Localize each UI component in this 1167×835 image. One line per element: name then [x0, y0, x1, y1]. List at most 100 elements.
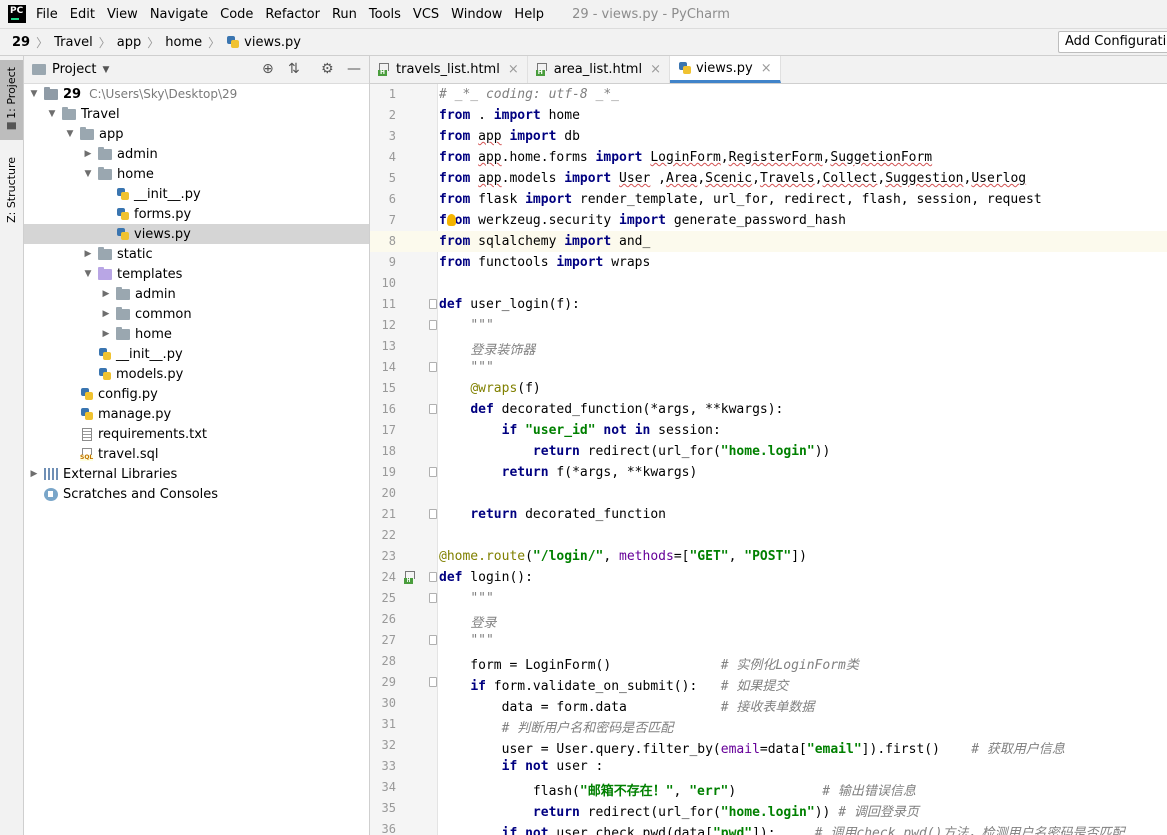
code-line[interactable]: 23 @home.route("/login/", methods=["GET",…: [370, 546, 1167, 567]
tree-item[interactable]: ▼ templates: [24, 264, 369, 284]
code-line[interactable]: 29 if form.validate_on_submit(): # 如果提交: [370, 672, 1167, 694]
menu-navigate[interactable]: Navigate: [150, 7, 208, 22]
tree-item[interactable]: models.py: [24, 364, 369, 384]
structure-tool-tab[interactable]: Z: Structure: [0, 148, 23, 232]
collapsed-arrow-icon[interactable]: ▶: [100, 289, 112, 299]
menu-tools[interactable]: Tools: [369, 7, 401, 22]
tree-item[interactable]: manage.py: [24, 404, 369, 424]
code-line[interactable]: 28 form = LoginForm() # 实例化LoginForm类: [370, 651, 1167, 673]
code-line[interactable]: 33 if not user :: [370, 756, 1167, 777]
tree-item[interactable]: ▶ External Libraries: [24, 464, 369, 484]
code-line[interactable]: 11 def user_login(f):: [370, 294, 1167, 315]
tree-item[interactable]: config.py: [24, 384, 369, 404]
tree-item[interactable]: ▼ Travel: [24, 104, 369, 124]
code-line[interactable]: 17 if "user_id" not in session:: [370, 420, 1167, 441]
hide-panel-icon[interactable]: —: [347, 61, 361, 77]
code-area[interactable]: 1 # _*_ coding: utf-8 _*_ 2 from . import h…: [370, 84, 1167, 835]
fold-marker-icon[interactable]: [429, 593, 437, 603]
menu-edit[interactable]: Edit: [70, 7, 95, 22]
menu-run[interactable]: Run: [332, 7, 357, 22]
collapse-all-icon[interactable]: ⇅: [288, 61, 300, 77]
editor-tab[interactable]: Harea_list.html ×: [528, 56, 670, 83]
menu-view[interactable]: View: [107, 7, 138, 22]
breadcrumb-item[interactable]: 29: [12, 35, 30, 50]
code-line[interactable]: 7 from werkzeug.security import generate_…: [370, 210, 1167, 231]
code-line[interactable]: 14 """: [370, 357, 1167, 378]
tree-item[interactable]: forms.py: [24, 204, 369, 224]
project-view-selector[interactable]: Project: [52, 62, 96, 77]
chevron-down-icon[interactable]: ▼: [102, 65, 109, 75]
breadcrumb-item[interactable]: app: [117, 35, 141, 50]
fold-marker-icon[interactable]: [429, 299, 437, 309]
tree-item[interactable]: ▼ app: [24, 124, 369, 144]
project-tool-tab[interactable]: 1: Project: [0, 60, 23, 140]
code-line[interactable]: 12 """: [370, 315, 1167, 336]
tree-item[interactable]: ▼ home: [24, 164, 369, 184]
code-line[interactable]: 20: [370, 483, 1167, 504]
fold-marker-icon[interactable]: [429, 572, 437, 582]
fold-marker-icon[interactable]: [429, 320, 437, 330]
code-line[interactable]: 1 # _*_ coding: utf-8 _*_: [370, 84, 1167, 105]
template-link-icon[interactable]: H: [404, 571, 416, 584]
tree-item[interactable]: ▶ admin: [24, 284, 369, 304]
expanded-arrow-icon[interactable]: ▼: [46, 109, 58, 119]
tree-item[interactable]: ▶ common: [24, 304, 369, 324]
code-line[interactable]: 26 登录: [370, 609, 1167, 631]
breadcrumb-item[interactable]: views.py: [226, 35, 301, 50]
tree-item[interactable]: views.py: [24, 224, 369, 244]
code-line[interactable]: 10: [370, 273, 1167, 294]
editor-tab[interactable]: views.py ×: [669, 56, 781, 83]
menu-vcs[interactable]: VCS: [413, 7, 439, 22]
code-line[interactable]: 3 from app import db: [370, 126, 1167, 147]
tree-item[interactable]: Scratches and Consoles: [24, 484, 369, 504]
menu-refactor[interactable]: Refactor: [265, 7, 320, 22]
code-line[interactable]: 24 Hdef login():: [370, 567, 1167, 588]
fold-marker-icon[interactable]: [429, 677, 437, 687]
fold-marker-icon[interactable]: [429, 404, 437, 414]
editor-tab[interactable]: Htravels_list.html ×: [370, 56, 528, 83]
code-line[interactable]: 21 return decorated_function: [370, 504, 1167, 525]
breadcrumb-item[interactable]: Travel: [54, 35, 93, 50]
fold-marker-icon[interactable]: [429, 635, 437, 645]
close-icon[interactable]: ×: [650, 62, 661, 77]
code-line[interactable]: 35 return redirect(url_for("home.login")…: [370, 798, 1167, 820]
code-line[interactable]: 27 """: [370, 630, 1167, 651]
lightbulb-icon[interactable]: [447, 214, 456, 226]
code-line[interactable]: 32 user = User.query.filter_by(email=dat…: [370, 735, 1167, 757]
expanded-arrow-icon[interactable]: ▼: [82, 169, 94, 179]
code-line[interactable]: 36 if not user.check_pwd(data["pwd"]): #…: [370, 819, 1167, 835]
code-line[interactable]: 34 flash("邮箱不存在！", "err") # 输出错误信息: [370, 777, 1167, 799]
expanded-arrow-icon[interactable]: ▼: [82, 269, 94, 279]
code-line[interactable]: 8 from sqlalchemy import and_: [370, 231, 1167, 252]
code-line[interactable]: 30 data = form.data # 接收表单数据: [370, 693, 1167, 715]
code-line[interactable]: 25 """: [370, 588, 1167, 609]
menu-help[interactable]: Help: [514, 7, 544, 22]
expanded-arrow-icon[interactable]: ▼: [64, 129, 76, 139]
code-line[interactable]: 22: [370, 525, 1167, 546]
code-line[interactable]: 15 @wraps(f): [370, 378, 1167, 399]
collapsed-arrow-icon[interactable]: ▶: [100, 309, 112, 319]
code-line[interactable]: 13 登录装饰器: [370, 336, 1167, 358]
menu-file[interactable]: File: [36, 7, 58, 22]
fold-marker-icon[interactable]: [429, 362, 437, 372]
code-line[interactable]: 2 from . import home: [370, 105, 1167, 126]
tree-item[interactable]: requirements.txt: [24, 424, 369, 444]
tree-item[interactable]: ▼ 29 C:\Users\Sky\Desktop\29: [24, 84, 369, 104]
tree-item[interactable]: __init__.py: [24, 184, 369, 204]
tree-item[interactable]: SQL travel.sql: [24, 444, 369, 464]
add-configuration-button[interactable]: Add Configuration...: [1058, 31, 1167, 53]
close-icon[interactable]: ×: [508, 62, 519, 77]
code-line[interactable]: 4 from app.home.forms import LoginForm,Re…: [370, 147, 1167, 168]
collapsed-arrow-icon[interactable]: ▶: [28, 469, 40, 479]
menu-window[interactable]: Window: [451, 7, 502, 22]
collapsed-arrow-icon[interactable]: ▶: [82, 249, 94, 259]
code-line[interactable]: 31 # 判断用户名和密码是否匹配: [370, 714, 1167, 736]
gear-icon[interactable]: ⚙: [321, 61, 334, 77]
collapsed-arrow-icon[interactable]: ▶: [82, 149, 94, 159]
collapsed-arrow-icon[interactable]: ▶: [100, 329, 112, 339]
expanded-arrow-icon[interactable]: ▼: [28, 89, 40, 99]
fold-marker-icon[interactable]: [429, 467, 437, 477]
code-line[interactable]: 18 return redirect(url_for("home.login")…: [370, 441, 1167, 462]
code-line[interactable]: 5 from app.models import User ,Area,Sceni…: [370, 168, 1167, 189]
locate-target-icon[interactable]: ⊕: [262, 61, 274, 77]
